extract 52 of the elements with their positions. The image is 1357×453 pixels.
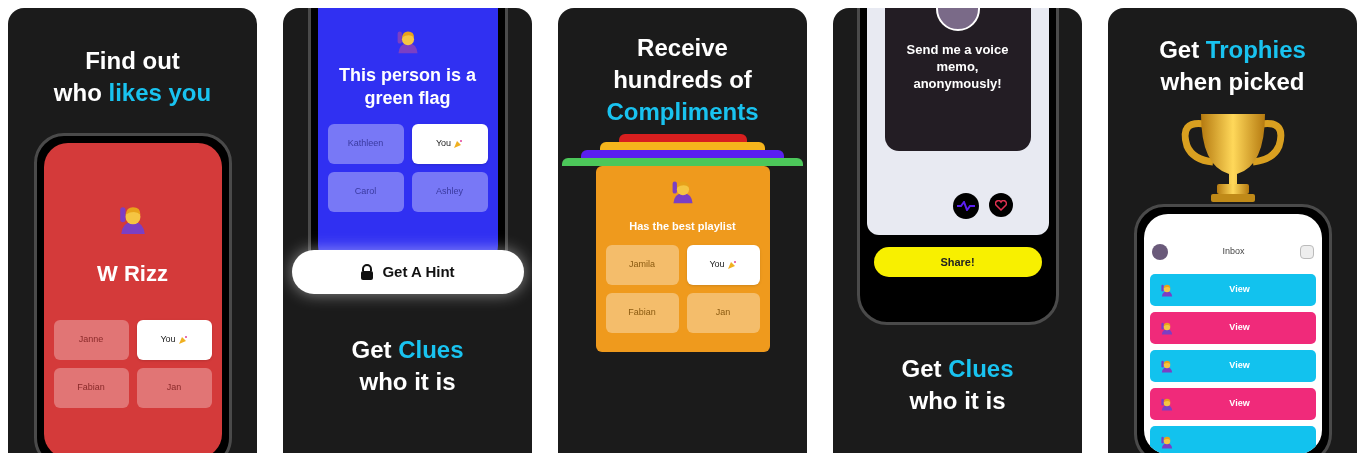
party-popper-icon [453, 139, 464, 149]
party-popper-icon [726, 259, 737, 270]
answer-option[interactable]: Kathleen [327, 124, 404, 164]
caption-line: hundreds of [613, 65, 752, 95]
person-icon [1159, 435, 1174, 449]
message-row[interactable] [1149, 426, 1316, 453]
message-row[interactable]: View [1149, 274, 1316, 306]
answer-option[interactable]: Janne [53, 320, 129, 360]
message-row[interactable]: View [1149, 388, 1316, 420]
answer-option[interactable]: Ashley [411, 172, 488, 212]
answer-option[interactable]: Jan [686, 292, 760, 333]
question-text: This person is a green flag [337, 64, 477, 110]
screen-title: Inbox [1222, 245, 1245, 259]
view-label: View [1228, 283, 1251, 297]
answer-option[interactable]: You [411, 124, 488, 164]
heart-button[interactable] [988, 193, 1013, 217]
waveform-button[interactable] [952, 193, 979, 219]
party-popper-icon [177, 335, 188, 345]
heart-icon [994, 199, 1007, 211]
answer-option[interactable]: You [136, 320, 212, 360]
answer-option[interactable]: Jan [136, 368, 212, 408]
person-icon [1159, 321, 1174, 335]
caption-line: Receive [637, 33, 728, 63]
caption-line: Find out [85, 46, 180, 76]
waveform-icon [956, 201, 975, 211]
view-label: View [1228, 359, 1251, 373]
caption-line: Get Clues [901, 354, 1014, 384]
question-text: W Rizz [97, 260, 168, 288]
caption-line: who it is [359, 367, 456, 397]
caption-line: who likes you [53, 78, 212, 108]
view-label: View [1228, 397, 1251, 411]
caption-line: Compliments [606, 97, 759, 127]
question-text: Has the best playlist [629, 219, 736, 234]
person-icon [1159, 359, 1174, 373]
person-icon [1159, 283, 1174, 297]
caption-line: when picked [1160, 67, 1305, 97]
hint-button[interactable]: Get A Hint [291, 250, 524, 294]
message-row[interactable]: View [1149, 350, 1316, 382]
answer-option[interactable]: Carol [327, 172, 404, 212]
caption-line: Get Clues [351, 335, 464, 365]
answer-option[interactable]: Fabian [605, 292, 679, 333]
message-row[interactable]: View [1149, 312, 1316, 344]
answer-option[interactable]: You [686, 244, 760, 285]
view-label: View [1228, 321, 1251, 335]
lock-icon [360, 264, 375, 280]
person-icon [1159, 397, 1174, 411]
caption-line: Get Trophies [1159, 35, 1306, 65]
prompt-text: Send me a voice memo, anonymously! [905, 41, 1010, 92]
share-button[interactable]: Share! [873, 247, 1042, 277]
answer-option[interactable]: Fabian [53, 368, 129, 408]
caption-line: who it is [909, 386, 1006, 416]
answer-option[interactable]: Jamila [605, 244, 679, 285]
